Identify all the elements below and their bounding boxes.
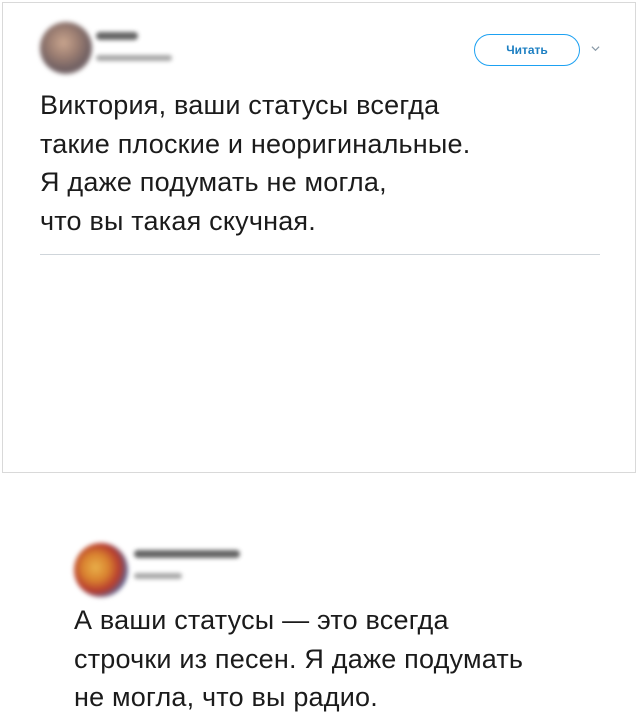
tweet-text-line: что вы такая скучная. [40, 206, 316, 237]
follow-button-label: Читать [506, 43, 548, 57]
user-name-redacted[interactable] [134, 550, 240, 558]
divider [40, 254, 600, 255]
tweet-text-line: А ваши статусы — это всегда [74, 605, 449, 635]
tweet-text: А ваши статусы — это всегда строчки из п… [74, 601, 634, 717]
tweet-text-line: Я даже подумать не могла, [40, 167, 387, 198]
tweet-text-line: такие плоские и неоригинальные. [40, 128, 471, 159]
follow-button[interactable]: Читать [474, 34, 580, 66]
tweet-text-line: Виктория, ваши статусы всегда [40, 90, 440, 120]
user-handle-redacted [96, 55, 172, 61]
user-handle-redacted [134, 573, 182, 579]
tweet-text-line: не могла, что вы радио. [74, 682, 378, 712]
tweet-text: Виктория, ваши статусы всегда такие плос… [40, 86, 600, 241]
avatar[interactable] [74, 543, 128, 597]
chevron-down-icon[interactable] [591, 44, 600, 53]
tweet-text-line: строчки из песен. Я даже подумать [74, 643, 524, 674]
avatar[interactable] [40, 22, 92, 74]
user-name-redacted[interactable] [96, 32, 138, 40]
